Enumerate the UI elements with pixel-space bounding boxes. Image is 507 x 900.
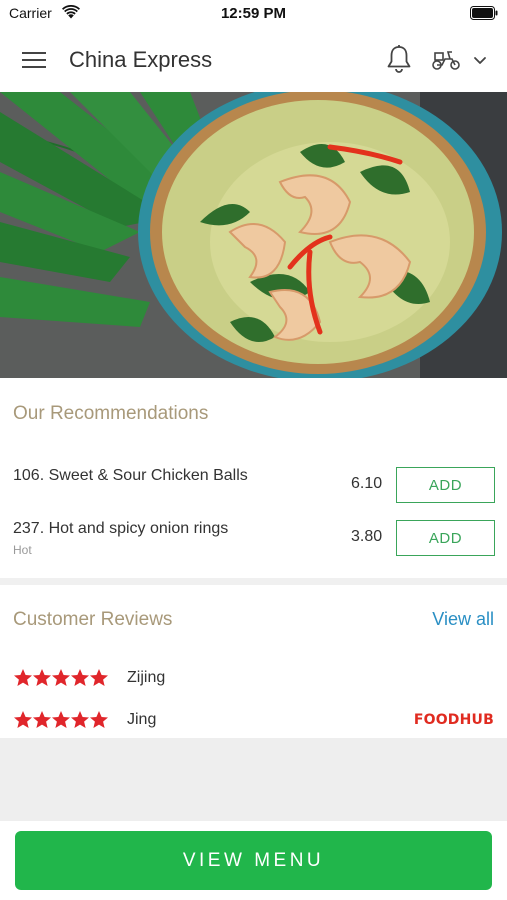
add-button[interactable]: ADD — [396, 467, 495, 503]
scooter-icon[interactable] — [431, 48, 461, 72]
section-divider — [0, 578, 507, 585]
chevron-down-icon[interactable] — [472, 54, 488, 66]
star-rating — [13, 668, 108, 688]
reviews-title: Customer Reviews — [13, 609, 173, 630]
reviewer-name: Zijing — [127, 669, 166, 686]
food-photo-illustration — [0, 92, 507, 378]
item-name: 237. Hot and spicy onion rings — [13, 520, 229, 537]
item-subtitle: Hot — [13, 543, 32, 557]
hero-food-image — [0, 92, 507, 378]
star-icon — [33, 669, 51, 686]
view-all-link[interactable]: View all — [432, 609, 494, 630]
star-icon — [90, 669, 108, 686]
star-icon — [52, 669, 70, 686]
add-button[interactable]: ADD — [396, 520, 495, 556]
view-menu-button[interactable]: VIEW MENU — [15, 831, 492, 890]
list-item: 106. Sweet & Sour Chicken Balls 6.10 ADD — [0, 467, 507, 507]
empty-area — [0, 738, 507, 821]
star-icon — [33, 711, 51, 728]
star-icon — [71, 711, 89, 728]
reviewer-name: Jing — [127, 711, 157, 728]
list-item: 237. Hot and spicy onion rings Hot 3.80 … — [0, 520, 507, 560]
bottom-bar: VIEW MENU — [0, 821, 507, 900]
reviews-section: Customer Reviews View all Zijing Jing FO… — [0, 585, 507, 738]
restaurant-name: China Express — [69, 47, 213, 72]
clock: 12:59 PM — [220, 5, 287, 22]
bell-icon[interactable] — [385, 44, 413, 74]
star-icon — [90, 711, 108, 728]
star-icon — [52, 711, 70, 728]
status-bar: Carrier 12:59 PM — [0, 0, 507, 28]
item-price: 6.10 — [351, 475, 383, 492]
review-row: Zijing — [13, 668, 493, 690]
star-icon — [71, 669, 89, 686]
item-name: 106. Sweet & Sour Chicken Balls — [13, 467, 248, 484]
recommendations-title: Our Recommendations — [13, 403, 209, 424]
recommendations-section: Our Recommendations 106. Sweet & Sour Ch… — [0, 378, 507, 578]
item-price: 3.80 — [351, 528, 383, 545]
battery-icon — [470, 6, 498, 20]
star-icon — [14, 669, 32, 686]
menu-icon[interactable] — [22, 50, 48, 70]
foodhub-logo: FOODHUB — [413, 712, 494, 728]
app-header: China Express — [0, 28, 507, 92]
star-icon — [14, 711, 32, 728]
star-rating — [13, 710, 108, 730]
